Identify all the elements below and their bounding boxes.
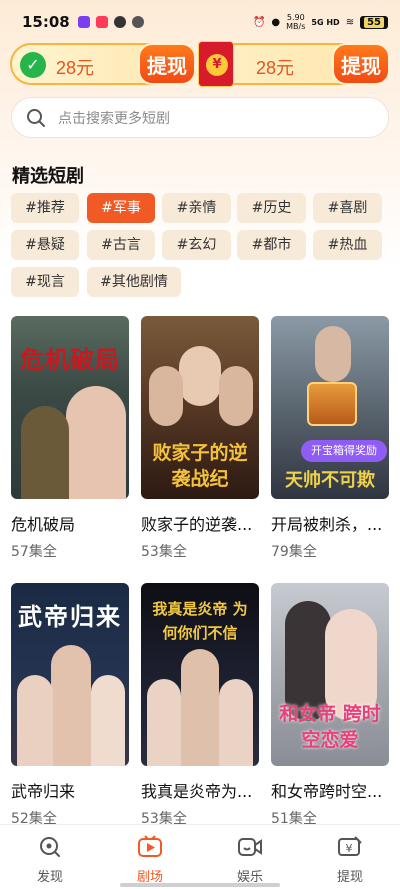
reward-bar: ✓ 28元 提现 ¥ 28元 提现	[10, 41, 390, 87]
home-indicator[interactable]	[120, 883, 280, 887]
wechat-reward-pill[interactable]: ✓ 28元 提现	[10, 43, 196, 85]
poster-figure	[21, 406, 69, 499]
drama-title: 我真是炎帝为...	[141, 782, 253, 801]
drama-card[interactable]: 危机破局 危机破局 57集全	[11, 316, 129, 561]
nav-label: 提现	[336, 870, 363, 885]
redpacket-reward-pill[interactable]: ¥ 28元 提现	[198, 41, 390, 87]
episode-count: 79集全	[271, 544, 317, 560]
nav-entertainment[interactable]: 娱乐	[200, 825, 300, 889]
redpacket-reward-amount: 28元	[256, 58, 295, 78]
withdraw-button-left[interactable]: 提现	[138, 43, 196, 85]
entertainment-icon	[200, 835, 300, 863]
tag-comedy[interactable]: #喜剧	[313, 193, 382, 223]
app-notification-icon	[77, 16, 90, 28]
wechat-pay-icon: ✓	[20, 52, 46, 78]
drama-title: 和女帝跨时空...	[271, 782, 383, 801]
section-title: 精选短剧	[12, 166, 84, 187]
poster-figure	[179, 346, 221, 406]
poster-figure	[91, 675, 125, 766]
poster-title-text: 和女帝 跨时空恋爱	[279, 703, 381, 751]
search-icon	[26, 108, 46, 128]
location-icon: ●	[271, 16, 281, 28]
poster-figure	[149, 366, 183, 426]
drama-title: 武帝归来	[11, 782, 76, 801]
status-time: 15:08	[22, 13, 70, 31]
drama-poster[interactable]: 和女帝 跨时空恋爱	[271, 583, 389, 766]
drama-card[interactable]: 我真是炎帝 为何你们不信 我真是炎帝为... 53集全	[141, 583, 259, 828]
drama-poster[interactable]: 武帝归来	[11, 583, 129, 766]
wifi-icon: ≋	[345, 16, 355, 28]
poster-figure	[219, 679, 253, 766]
drama-title: 败家子的逆袭...	[141, 515, 253, 534]
nav-label: 发现	[36, 870, 63, 885]
search-placeholder: 点击搜索更多短剧	[58, 110, 170, 127]
withdraw-icon: ¥	[300, 835, 400, 863]
app-notification-icon	[95, 16, 108, 28]
search-bar[interactable]: 点击搜索更多短剧	[11, 97, 389, 138]
tag-military[interactable]: #军事	[87, 193, 155, 223]
game-icon	[131, 16, 144, 28]
tag-urban[interactable]: #都市	[237, 230, 306, 260]
poster-title-text: 天帅不可欺	[285, 470, 375, 491]
drama-card[interactable]: 和女帝 跨时空恋爱 和女帝跨时空... 51集全	[271, 583, 389, 828]
tag-modern-romance[interactable]: #现言	[11, 267, 79, 297]
poster-title-text: 武帝归来	[18, 602, 122, 631]
status-indicators: ⏰ ● 5.90 MB/s 5G HD ≋ 55	[253, 13, 388, 31]
treasure-reward-badge[interactable]: 开宝箱得奖励	[301, 440, 387, 462]
episode-count: 53集全	[141, 544, 187, 560]
nav-discover[interactable]: 发现	[0, 825, 100, 889]
poster-figure	[219, 366, 253, 426]
poster-figure	[147, 679, 181, 766]
status-bar: 15:08 ⏰ ● 5.90 MB/s 5G HD ≋ 55	[0, 0, 400, 44]
tag-hot-blooded[interactable]: #热血	[313, 230, 382, 260]
withdraw-button-right[interactable]: 提现	[332, 43, 390, 85]
yuan-coin-icon: ¥	[206, 54, 228, 76]
bottom-navigation: 发现 剧场 娱乐 ¥ 提现	[0, 824, 400, 889]
tag-history[interactable]: #历史	[237, 193, 306, 223]
tag-recommend[interactable]: #推荐	[11, 193, 79, 223]
svg-text:¥: ¥	[346, 842, 353, 855]
nav-withdraw[interactable]: ¥ 提现	[300, 825, 400, 889]
message-icon	[113, 16, 126, 28]
poster-figure	[17, 675, 53, 766]
drama-poster[interactable]: 开宝箱得奖励 天帅不可欺	[271, 316, 389, 499]
drama-card[interactable]: 败家子的逆袭战纪 败家子的逆袭... 53集全	[141, 316, 259, 561]
poster-figure	[51, 645, 91, 766]
network-speed: 5.90 MB/s	[286, 13, 306, 31]
alarm-icon: ⏰	[252, 16, 266, 28]
tag-other[interactable]: #其他剧情	[87, 267, 181, 297]
poster-title-text: 败家子的逆袭战纪	[152, 442, 248, 490]
drama-card[interactable]: 开宝箱得奖励 天帅不可欺 开局被刺杀，... 79集全	[271, 316, 389, 561]
tag-suspense[interactable]: #悬疑	[11, 230, 79, 260]
status-app-icons	[77, 16, 144, 28]
poster-title-text: 我真是炎帝 为何你们不信	[152, 600, 248, 642]
tag-ancient-romance[interactable]: #古言	[87, 230, 155, 260]
nav-theater[interactable]: 剧场	[100, 825, 200, 889]
theater-icon	[100, 835, 200, 863]
drama-card[interactable]: 武帝归来 武帝归来 52集全	[11, 583, 129, 828]
drama-poster[interactable]: 败家子的逆袭战纪	[141, 316, 259, 499]
tag-fantasy[interactable]: #玄幻	[162, 230, 231, 260]
discover-icon	[0, 835, 100, 863]
drama-title: 开局被刺杀，...	[271, 515, 383, 534]
episode-count: 57集全	[11, 544, 57, 560]
poster-figure	[181, 649, 219, 766]
drama-title: 危机破局	[11, 515, 76, 534]
network-type: 5G HD	[311, 17, 340, 27]
poster-figure	[66, 386, 126, 499]
drama-poster[interactable]: 危机破局	[11, 316, 129, 499]
drama-poster[interactable]: 我真是炎帝 为何你们不信	[141, 583, 259, 766]
red-envelope-icon: ¥	[198, 41, 234, 87]
treasure-chest-icon[interactable]	[307, 382, 357, 426]
poster-title-text: 危机破局	[20, 345, 120, 374]
tag-family[interactable]: #亲情	[162, 193, 231, 223]
poster-figure	[315, 326, 351, 382]
wechat-reward-amount: 28元	[56, 58, 95, 78]
battery-icon: 55	[360, 15, 388, 29]
